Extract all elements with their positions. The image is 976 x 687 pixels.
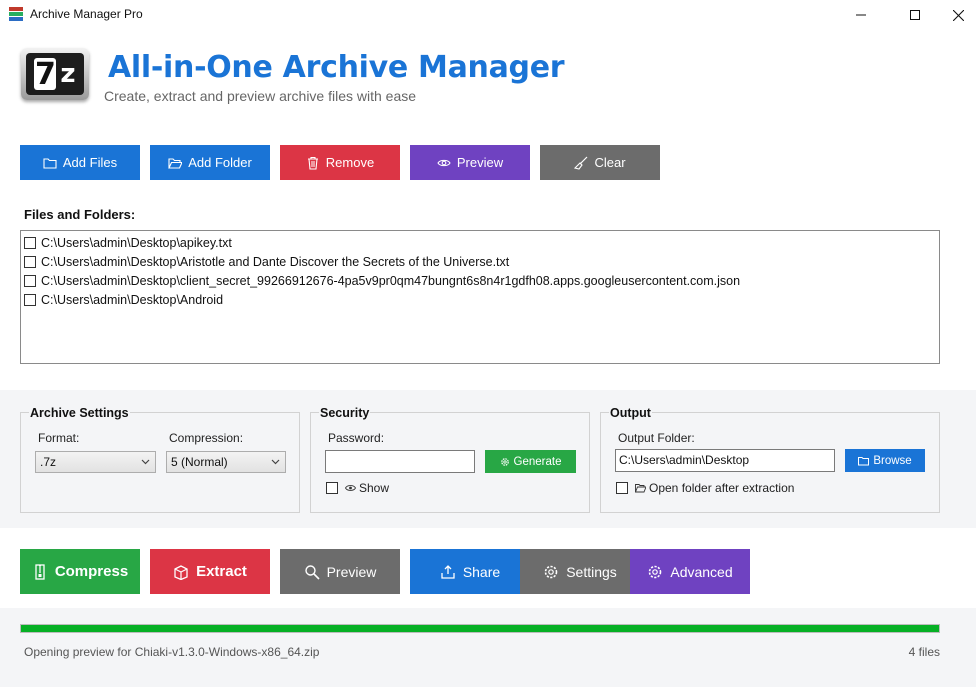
folder-icon: [858, 456, 870, 465]
file-checkbox[interactable]: [24, 255, 36, 268]
app-icon: [9, 7, 23, 21]
password-field[interactable]: [325, 450, 475, 473]
open-after-extraction-checkbox[interactable]: [616, 482, 628, 494]
broom-icon: [574, 156, 588, 170]
show-password-label: Show: [359, 481, 390, 495]
output-group: Output Output Folder: C:\Users\admin\Des…: [600, 406, 940, 513]
share-label: Share: [462, 563, 501, 580]
gear-icon: [500, 457, 509, 466]
extract-icon: [174, 564, 188, 580]
list-item[interactable]: C:\Users\admin\Desktop\apikey.txt: [21, 233, 939, 252]
progress-fill: [21, 625, 939, 632]
compress-label: Compress: [54, 563, 129, 580]
format-value: .7z: [40, 455, 57, 469]
extract-button[interactable]: Extract: [150, 549, 270, 594]
folder-icon: [43, 157, 57, 169]
password-label: Password:: [328, 431, 385, 445]
share-icon: [441, 564, 455, 579]
share-button[interactable]: Share: [410, 549, 530, 594]
preview-label: Preview: [456, 155, 504, 170]
archive-settings-group: Archive Settings Format: .7z Compression…: [20, 406, 300, 513]
output-folder-value: C:\Users\admin\Desktop: [619, 453, 750, 467]
preview-action-button[interactable]: Preview: [280, 549, 400, 594]
page-title: All-in-One Archive Manager: [108, 50, 565, 85]
preview-action-label: Preview: [326, 563, 377, 580]
status-message: Opening preview for Chiaki-v1.3.0-Window…: [24, 645, 320, 659]
settings-button[interactable]: Settings: [520, 549, 640, 594]
minimize-icon: [856, 14, 866, 16]
list-item[interactable]: C:\Users\admin\Desktop\client_secret_992…: [21, 271, 939, 290]
gear-icon: [544, 565, 558, 578]
gear-icon: [649, 565, 662, 578]
page-subtitle: Create, extract and preview archive file…: [104, 88, 417, 104]
open-after-extraction-label: Open folder after extraction: [649, 481, 795, 495]
clear-label: Clear: [594, 155, 626, 170]
eye-icon: [437, 159, 451, 166]
file-checkbox[interactable]: [24, 274, 36, 287]
open-folder-icon: [168, 157, 183, 169]
app-logo: 7z: [21, 48, 89, 100]
security-group: Security Password: Generate Show: [310, 406, 590, 513]
file-path: C:\Users\admin\Desktop\Android: [41, 292, 224, 307]
clear-button[interactable]: Clear: [540, 145, 660, 180]
advanced-button[interactable]: Advanced: [630, 549, 750, 594]
add-folder-label: Add Folder: [188, 155, 252, 170]
compression-label: Compression:: [169, 431, 244, 445]
remove-button[interactable]: Remove: [280, 145, 400, 180]
progress-bar: [20, 624, 940, 633]
compression-value: 5 (Normal): [171, 455, 228, 469]
trash-icon: [307, 156, 318, 170]
output-folder-field[interactable]: C:\Users\admin\Desktop: [615, 449, 835, 472]
list-item[interactable]: C:\Users\admin\Desktop\Aristotle and Dan…: [21, 252, 939, 271]
preview-button[interactable]: Preview: [410, 145, 530, 180]
browse-button[interactable]: Browse: [845, 449, 925, 472]
security-title: Security: [319, 406, 371, 420]
close-icon: [952, 9, 964, 21]
window-title: Archive Manager Pro: [30, 7, 143, 21]
chevron-down-icon: [271, 459, 280, 465]
file-path: C:\Users\admin\Desktop\Aristotle and Dan…: [41, 254, 510, 269]
action-bar: Compress Extract Preview Share Settings …: [0, 528, 976, 608]
settings-label: Settings: [566, 563, 617, 580]
eye-icon: [345, 485, 356, 491]
file-checkbox[interactable]: [24, 236, 36, 249]
format-label: Format:: [38, 431, 80, 445]
open-folder-icon: [635, 484, 646, 493]
add-files-label: Add Files: [62, 155, 118, 170]
file-path: C:\Users\admin\Desktop\client_secret_992…: [41, 273, 741, 288]
chevron-down-icon: [141, 459, 150, 465]
close-button[interactable]: [935, 0, 976, 30]
compress-button[interactable]: Compress: [20, 549, 140, 594]
files-section-label: Files and Folders:: [24, 207, 136, 222]
add-folder-button[interactable]: Add Folder: [150, 145, 270, 180]
add-files-button[interactable]: Add Files: [20, 145, 140, 180]
show-password-checkbox[interactable]: [326, 482, 338, 494]
status-bar: Opening preview for Chiaki-v1.3.0-Window…: [0, 608, 976, 687]
format-select[interactable]: .7z: [35, 451, 156, 473]
file-list[interactable]: C:\Users\admin\Desktop\apikey.txt C:\Use…: [20, 230, 940, 364]
generate-label: Generate: [513, 455, 562, 468]
compression-select[interactable]: 5 (Normal): [166, 451, 286, 473]
output-folder-label: Output Folder:: [618, 431, 695, 445]
maximize-button[interactable]: [892, 0, 938, 30]
file-path: C:\Users\admin\Desktop\apikey.txt: [41, 235, 232, 250]
maximize-icon: [910, 10, 920, 20]
settings-panel: Archive Settings Format: .7z Compression…: [0, 390, 976, 528]
advanced-label: Advanced: [670, 563, 733, 580]
remove-label: Remove: [325, 155, 375, 170]
list-item[interactable]: C:\Users\admin\Desktop\Android: [21, 290, 939, 309]
search-icon: [304, 564, 320, 580]
browse-label: Browse: [873, 454, 912, 467]
generate-button[interactable]: Generate: [485, 450, 576, 473]
compress-icon: [35, 563, 45, 580]
archive-settings-title: Archive Settings: [29, 406, 130, 420]
file-count: 4 files: [908, 645, 940, 659]
extract-label: Extract: [196, 563, 247, 580]
file-checkbox[interactable]: [24, 293, 36, 306]
title-bar: Archive Manager Pro: [0, 0, 976, 30]
minimize-button[interactable]: [838, 0, 884, 30]
output-title: Output: [609, 406, 652, 420]
